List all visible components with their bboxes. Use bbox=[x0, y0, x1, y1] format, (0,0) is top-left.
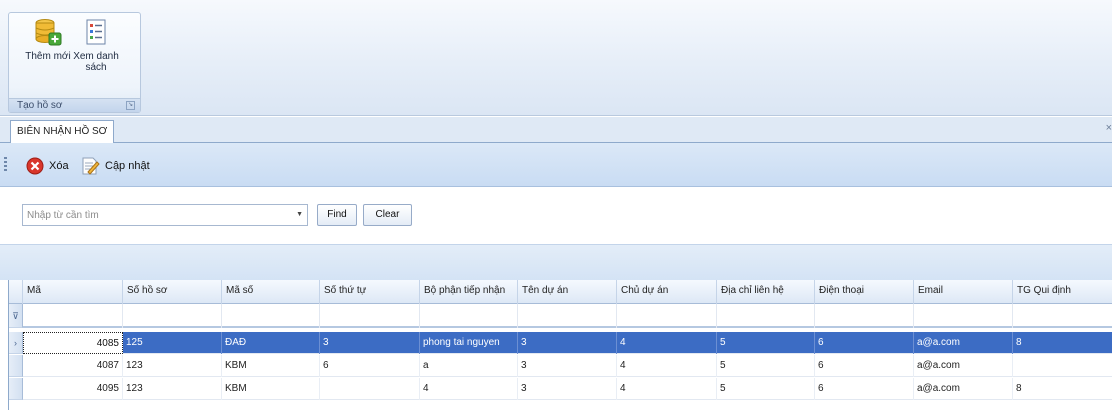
search-input[interactable] bbox=[23, 205, 291, 225]
cell-dia-chi[interactable]: 5 bbox=[717, 378, 815, 400]
cell-ten-du-an[interactable]: 3 bbox=[518, 332, 617, 354]
edit-document-icon bbox=[82, 157, 100, 175]
update-label: Cập nhật bbox=[105, 160, 150, 172]
delete-icon bbox=[26, 157, 44, 175]
filter-cell[interactable] bbox=[518, 304, 617, 328]
column-header[interactable]: TG Qui định bbox=[1013, 280, 1112, 304]
cell-dien-thoai[interactable]: 6 bbox=[815, 378, 914, 400]
document-tabstrip: BIÊN NHẬN HỒ SƠ × bbox=[0, 117, 1112, 143]
cell-dia-chi[interactable]: 5 bbox=[717, 332, 815, 354]
filter-cell[interactable] bbox=[23, 304, 123, 328]
delete-button[interactable]: Xóa bbox=[26, 155, 69, 177]
cell-ten-du-an[interactable]: 3 bbox=[518, 355, 617, 377]
dialog-launcher-icon[interactable]: ↘ bbox=[126, 101, 135, 110]
column-header[interactable]: Số hồ sơ bbox=[123, 280, 222, 304]
column-header[interactable]: Tên dự án bbox=[518, 280, 617, 304]
cell-ma-so[interactable]: KBM bbox=[222, 378, 320, 400]
column-header[interactable]: Email bbox=[914, 280, 1013, 304]
filter-cell[interactable] bbox=[320, 304, 420, 328]
row-indicator-icon[interactable]: › bbox=[9, 332, 23, 354]
cell-email[interactable]: a@a.com bbox=[914, 332, 1013, 354]
delete-label: Xóa bbox=[49, 160, 69, 172]
column-header[interactable]: Mã số bbox=[222, 280, 320, 304]
cell-ma[interactable]: 4085 bbox=[23, 332, 123, 354]
cell-ma[interactable]: 4095 bbox=[23, 378, 123, 400]
header-indicator-cell bbox=[9, 280, 23, 304]
row-indicator[interactable] bbox=[9, 355, 23, 377]
records-grid: Mã Số hồ sơ Mã số Số thứ tự Bộ phận tiếp… bbox=[8, 280, 1112, 410]
table-row[interactable]: 4087 123 KBM 6 a 3 4 5 6 a@a.com bbox=[23, 355, 1112, 377]
cell-so-ho-so[interactable]: 125 bbox=[123, 332, 222, 354]
column-header[interactable]: Mã bbox=[23, 280, 123, 304]
auto-filter-row[interactable]: ⊽ bbox=[9, 304, 1112, 328]
grid-group-panel bbox=[0, 244, 1112, 280]
filter-icon: ⊽ bbox=[9, 304, 23, 328]
list-icon bbox=[86, 19, 106, 45]
ribbon-group-footer: Tạo hồ sơ ↘ bbox=[9, 98, 140, 112]
cell-chu-du-an[interactable]: 4 bbox=[617, 355, 717, 377]
cell-ma[interactable]: 4087 bbox=[23, 355, 123, 377]
cell-bo-phan[interactable]: 4 bbox=[420, 378, 518, 400]
cell-so-ho-so[interactable]: 123 bbox=[123, 355, 222, 377]
cell-so-ho-so[interactable]: 123 bbox=[123, 378, 222, 400]
column-header[interactable]: Địa chỉ liên hệ bbox=[717, 280, 815, 304]
cell-email[interactable]: a@a.com bbox=[914, 378, 1013, 400]
column-header[interactable]: Số thứ tự bbox=[320, 280, 420, 304]
search-combobox[interactable]: ▼ bbox=[22, 204, 308, 226]
column-header[interactable]: Chủ dự án bbox=[617, 280, 717, 304]
cell-chu-du-an[interactable]: 4 bbox=[617, 332, 717, 354]
close-tab-icon[interactable]: × bbox=[1106, 122, 1112, 134]
search-panel: ▼ Find Clear bbox=[0, 187, 1112, 244]
table-row[interactable]: 4085 125 ĐAĐ 3 phong tai nguyen 3 4 5 6 … bbox=[23, 332, 1112, 354]
tab-bien-nhan-ho-so[interactable]: BIÊN NHẬN HỒ SƠ bbox=[10, 120, 115, 143]
cell-ten-du-an[interactable]: 3 bbox=[518, 378, 617, 400]
cell-tg-qui-dinh[interactable]: 8 bbox=[1013, 332, 1112, 354]
view-list-label: Xem danh sách bbox=[73, 51, 119, 73]
toolbar-grip[interactable] bbox=[4, 157, 7, 173]
cell-bo-phan[interactable]: phong tai nguyen bbox=[420, 332, 518, 354]
filter-cell[interactable] bbox=[1013, 304, 1112, 328]
row-indicator[interactable] bbox=[9, 378, 23, 400]
cell-dia-chi[interactable]: 5 bbox=[717, 355, 815, 377]
ribbon: Thêm mới Xem danh sách Tạo hồ sơ ↘ bbox=[0, 0, 1112, 116]
filter-cell[interactable] bbox=[717, 304, 815, 328]
ribbon-group-label: Tạo hồ sơ bbox=[17, 100, 63, 111]
cell-email[interactable]: a@a.com bbox=[914, 355, 1013, 377]
clear-button[interactable]: Clear bbox=[363, 204, 412, 226]
filter-cell[interactable] bbox=[617, 304, 717, 328]
cell-tg-qui-dinh[interactable]: 8 bbox=[1013, 378, 1112, 400]
cell-tg-qui-dinh[interactable] bbox=[1013, 355, 1112, 377]
add-database-icon bbox=[35, 19, 62, 46]
column-header[interactable]: Bộ phận tiếp nhận bbox=[420, 280, 518, 304]
view-list-button[interactable]: Xem danh sách bbox=[71, 17, 121, 73]
cell-so-thu-tu[interactable]: 6 bbox=[320, 355, 420, 377]
dropdown-arrow-icon[interactable]: ▼ bbox=[296, 211, 303, 218]
add-new-label: Thêm mới bbox=[25, 51, 71, 62]
toolbar: Xóa Cập nhật bbox=[0, 143, 1112, 187]
filter-cell[interactable] bbox=[815, 304, 914, 328]
cell-ma-so[interactable]: KBM bbox=[222, 355, 320, 377]
ribbon-group-create-record: Thêm mới Xem danh sách Tạo hồ sơ ↘ bbox=[8, 12, 141, 113]
filter-cell[interactable] bbox=[914, 304, 1013, 328]
column-header[interactable]: Điện thoại bbox=[815, 280, 914, 304]
cell-dien-thoai[interactable]: 6 bbox=[815, 332, 914, 354]
find-button[interactable]: Find bbox=[317, 204, 357, 226]
cell-ma-so[interactable]: ĐAĐ bbox=[222, 332, 320, 354]
filter-cell[interactable] bbox=[420, 304, 518, 328]
filter-cell[interactable] bbox=[123, 304, 222, 328]
add-new-button[interactable]: Thêm mới bbox=[23, 17, 73, 62]
cell-chu-du-an[interactable]: 4 bbox=[617, 378, 717, 400]
filter-cell[interactable] bbox=[222, 304, 320, 328]
cell-bo-phan[interactable]: a bbox=[420, 355, 518, 377]
update-button[interactable]: Cập nhật bbox=[80, 155, 150, 177]
cell-so-thu-tu[interactable] bbox=[320, 378, 420, 400]
cell-so-thu-tu[interactable]: 3 bbox=[320, 332, 420, 354]
table-row[interactable]: 4095 123 KBM 4 3 4 5 6 a@a.com 8 bbox=[23, 378, 1112, 400]
cell-dien-thoai[interactable]: 6 bbox=[815, 355, 914, 377]
grid-header: Mã Số hồ sơ Mã số Số thứ tự Bộ phận tiếp… bbox=[9, 280, 1112, 304]
